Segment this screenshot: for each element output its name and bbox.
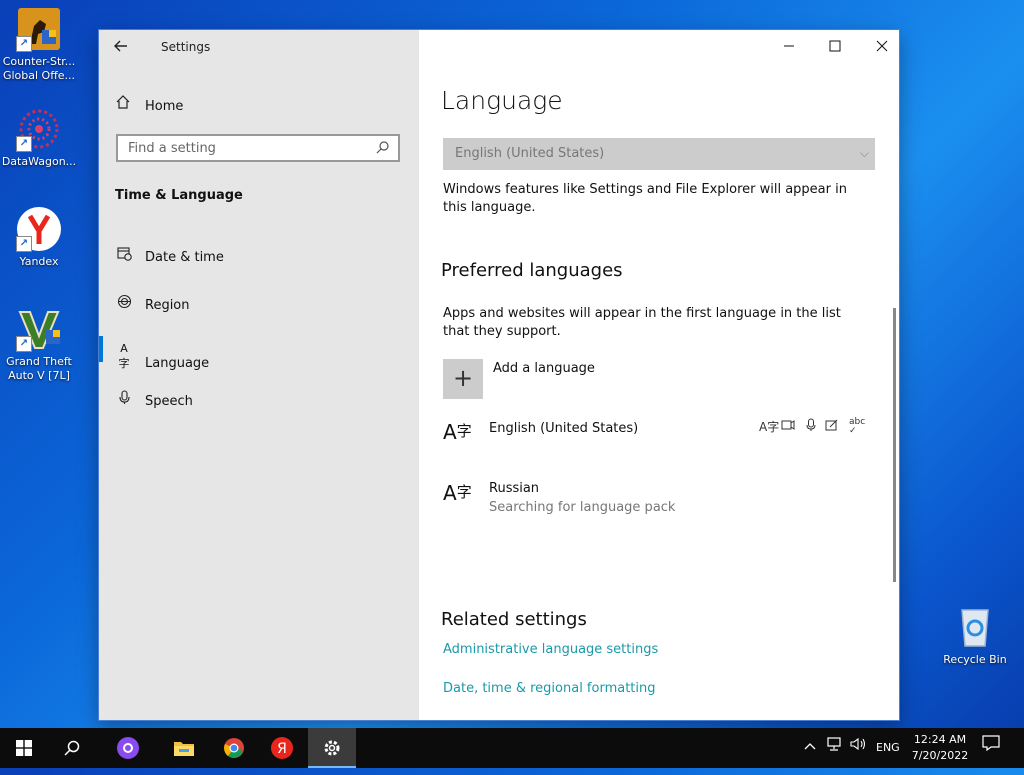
taskbar: Я ENG 12:24 AM 7/20/2022 bbox=[0, 728, 1024, 768]
recycle-bin-icon bbox=[952, 604, 998, 650]
folder-icon bbox=[174, 742, 194, 756]
chevron-up-icon bbox=[804, 743, 816, 750]
notification-icon bbox=[982, 735, 1000, 752]
nav-item-date-time[interactable]: Date & time bbox=[115, 246, 224, 265]
add-language-button[interactable]: + bbox=[443, 359, 483, 399]
maximize-button[interactable] bbox=[820, 36, 850, 56]
microphone-icon bbox=[115, 390, 133, 409]
alice-assistant-button[interactable] bbox=[108, 728, 148, 768]
yandex-browser-icon: Я bbox=[271, 737, 293, 759]
nav-home[interactable]: Home bbox=[115, 94, 183, 114]
volume-button[interactable] bbox=[850, 728, 868, 768]
chevron-down-icon: ⌵ bbox=[859, 146, 869, 160]
start-button[interactable] bbox=[4, 728, 44, 768]
language-status: Searching for language pack bbox=[489, 500, 676, 515]
close-button[interactable] bbox=[867, 36, 897, 56]
nav-item-speech[interactable]: Speech bbox=[115, 390, 193, 409]
input-language-button[interactable]: ENG bbox=[876, 728, 900, 768]
gta-v-icon: ↗ bbox=[16, 306, 62, 352]
clock-time: 12:24 AM bbox=[913, 733, 967, 746]
search-icon bbox=[376, 140, 390, 158]
desktop-icon-datawagon[interactable]: ↗ DataWagon... bbox=[0, 106, 78, 169]
chrome-button[interactable] bbox=[214, 728, 254, 768]
search-button[interactable] bbox=[52, 728, 92, 768]
language-icon: A字 bbox=[443, 420, 472, 444]
desktop-icon-label: Recycle Bin bbox=[943, 653, 1007, 666]
language-name[interactable]: English (United States) bbox=[489, 421, 638, 436]
show-hidden-icons-button[interactable] bbox=[804, 728, 816, 768]
minimize-icon bbox=[784, 45, 794, 47]
preferred-languages-heading: Preferred languages bbox=[441, 260, 623, 281]
windows-logo-icon bbox=[16, 740, 32, 756]
display-language-description: Windows features like Settings and File … bbox=[443, 182, 847, 215]
nav-item-label: Region bbox=[145, 298, 190, 313]
search-icon bbox=[64, 740, 80, 756]
nav-item-label: Date & time bbox=[145, 250, 224, 265]
language-name[interactable]: Russian bbox=[489, 481, 539, 496]
nav-item-language[interactable]: A字 Language bbox=[115, 342, 210, 371]
page-title: Language bbox=[441, 86, 563, 115]
language-icon: A字 bbox=[118, 342, 130, 370]
display-language-dropdown[interactable]: English (United States) ⌵ bbox=[443, 138, 875, 170]
administrative-language-link[interactable]: Administrative language settings bbox=[443, 642, 658, 657]
chrome-icon bbox=[224, 738, 244, 758]
desktop-icon-yandex[interactable]: ↗ Yandex bbox=[0, 206, 78, 269]
search-placeholder: Find a setting bbox=[128, 141, 216, 156]
language-icon: A字 bbox=[443, 481, 472, 505]
nav-item-label: Speech bbox=[145, 394, 193, 409]
yandex-icon: ↗ bbox=[16, 206, 62, 252]
selected-indicator bbox=[99, 336, 103, 362]
desktop-icon-label: Counter-Str... Global Offe... bbox=[2, 55, 76, 82]
close-icon bbox=[876, 40, 888, 52]
globe-icon bbox=[115, 294, 133, 313]
home-icon bbox=[115, 94, 133, 114]
desktop-icon-label: Yandex bbox=[19, 255, 59, 268]
clock[interactable]: 12:24 AM 7/20/2022 bbox=[905, 732, 975, 764]
notifications-button[interactable] bbox=[982, 728, 1000, 768]
back-button[interactable] bbox=[113, 38, 133, 58]
datawagon-icon: ↗ bbox=[16, 106, 62, 152]
handwriting-feature-icon bbox=[825, 418, 839, 435]
alice-icon bbox=[117, 737, 139, 759]
plus-icon: + bbox=[452, 364, 474, 392]
settings-window: Settings Home Find a setting Time & Lang… bbox=[99, 30, 899, 720]
settings-taskbar-button[interactable] bbox=[308, 728, 356, 768]
desktop-icon-csgo[interactable]: ↗ Counter-Str... Global Offe... bbox=[0, 6, 78, 83]
file-explorer-button[interactable] bbox=[164, 728, 204, 768]
add-language-label[interactable]: Add a language bbox=[493, 361, 595, 376]
nav-home-label: Home bbox=[145, 99, 184, 114]
microphone-feature-icon bbox=[805, 418, 817, 435]
speaker-icon bbox=[850, 737, 866, 751]
minimize-button[interactable] bbox=[774, 36, 804, 56]
maximize-icon bbox=[829, 40, 841, 52]
display-language-feature-icon: A字 bbox=[759, 420, 780, 434]
nav-item-region[interactable]: Region bbox=[115, 294, 190, 313]
network-button[interactable] bbox=[826, 728, 842, 768]
nav-pane: Settings Home Find a setting Time & Lang… bbox=[99, 30, 419, 720]
back-arrow-icon bbox=[114, 40, 127, 52]
calendar-clock-icon bbox=[115, 246, 133, 265]
main-pane: Language English (United States) ⌵ Windo… bbox=[419, 30, 899, 720]
speech-feature-icon bbox=[781, 418, 795, 435]
window-title: Settings bbox=[161, 40, 211, 54]
section-title: Time & Language bbox=[115, 188, 243, 203]
desktop-icon-label: DataWagon... bbox=[1, 155, 77, 168]
desktop-icon-label: Grand Theft Auto V [7L] bbox=[6, 355, 72, 382]
yandex-browser-button[interactable]: Я bbox=[262, 728, 302, 768]
nav-item-label: Language bbox=[145, 356, 210, 371]
dropdown-value: English (United States) bbox=[455, 146, 605, 161]
search-input[interactable]: Find a setting bbox=[116, 134, 400, 162]
scrollbar[interactable] bbox=[893, 308, 896, 582]
related-settings-heading: Related settings bbox=[441, 609, 587, 630]
gear-icon bbox=[324, 740, 340, 756]
desktop-icon-gta[interactable]: ↗ Grand Theft Auto V [7L] bbox=[0, 306, 78, 383]
spellcheck-feature-icon: abc ✓ bbox=[849, 417, 866, 436]
svg-text:Я: Я bbox=[277, 741, 287, 757]
desktop-icon-recycle-bin[interactable]: Recycle Bin bbox=[936, 604, 1014, 667]
network-icon bbox=[827, 737, 841, 751]
regional-formatting-link[interactable]: Date, time & regional formatting bbox=[443, 681, 656, 696]
clock-date: 7/20/2022 bbox=[911, 749, 969, 762]
preferred-languages-description: Apps and websites will appear in the fir… bbox=[443, 306, 841, 339]
csgo-icon: ↗ bbox=[16, 6, 62, 52]
